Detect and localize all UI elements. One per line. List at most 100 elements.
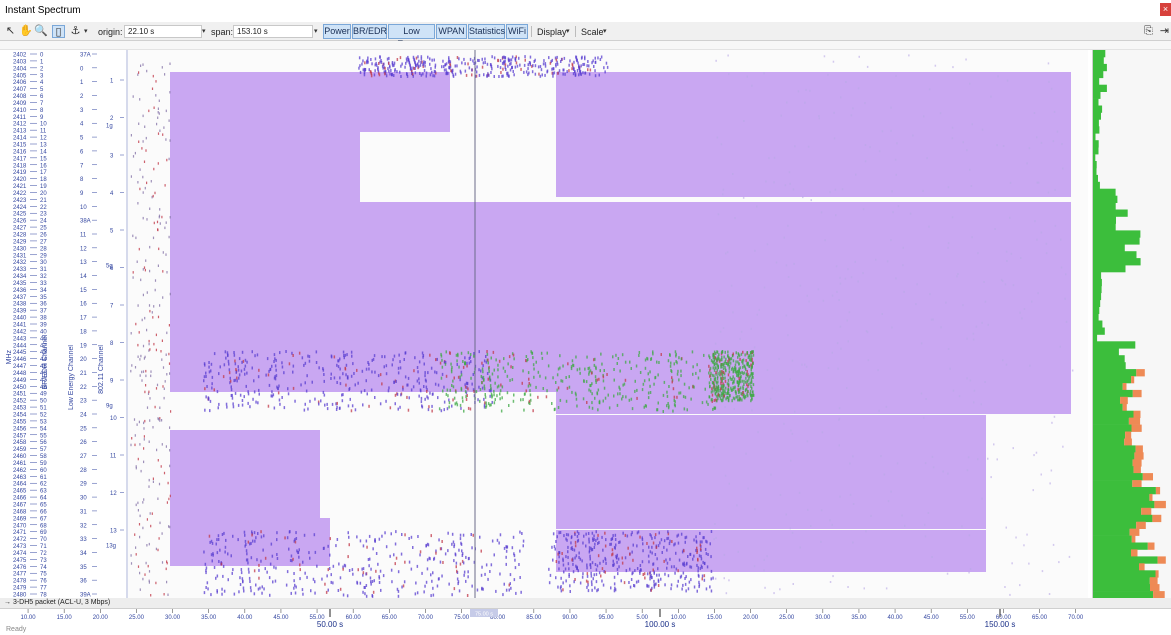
packet-mark xyxy=(309,399,311,403)
packet-mark xyxy=(363,73,366,77)
hand-icon[interactable]: ✋ xyxy=(19,25,33,38)
packet-mark xyxy=(621,353,624,357)
packet-mark xyxy=(139,358,141,361)
packet-mark xyxy=(642,382,645,386)
packet-mark xyxy=(258,388,260,392)
pointer-icon[interactable]: ↖ xyxy=(4,25,17,38)
packet-mark xyxy=(895,173,897,176)
marker-dropdown-icon[interactable]: ▾ xyxy=(84,27,88,35)
packet-mark xyxy=(371,370,373,374)
spectrum-canvas[interactable] xyxy=(128,50,1088,598)
packet-mark xyxy=(253,592,256,596)
power-toggle[interactable]: Power xyxy=(323,24,351,39)
packet-mark xyxy=(250,541,252,545)
statistics-toggle[interactable]: Statistics xyxy=(468,24,505,39)
overview-ruler[interactable] xyxy=(0,41,1171,50)
histogram-bar xyxy=(1093,542,1148,550)
packet-mark xyxy=(362,68,364,72)
marker-icon[interactable]: ⚓ xyxy=(69,25,82,38)
copy-icon[interactable]: ⎘ xyxy=(1142,25,1155,38)
mhz-tick-label: 2449 xyxy=(13,378,27,384)
packet-mark xyxy=(612,534,614,538)
packet-mark xyxy=(579,581,582,585)
packet-mark xyxy=(145,369,147,373)
packet-mark xyxy=(966,377,968,380)
zoom-icon[interactable]: 🔍 xyxy=(34,25,48,38)
packet-mark xyxy=(810,525,812,527)
display-menu[interactable]: Display xyxy=(537,27,567,37)
histogram-bar xyxy=(1093,417,1129,425)
packet-mark xyxy=(724,379,727,383)
wpan-toggle[interactable]: WPAN xyxy=(436,24,467,39)
panel-icon[interactable]: ▯ xyxy=(52,25,65,38)
le-tick-label: 35 xyxy=(80,565,87,571)
packet-mark xyxy=(488,389,491,393)
packet-mark xyxy=(968,534,971,537)
packet-mark xyxy=(624,533,627,537)
origin-field[interactable]: 22.10 s xyxy=(124,25,202,38)
packet-mark xyxy=(977,458,979,461)
packet-mark xyxy=(287,392,290,396)
histogram-bar xyxy=(1093,320,1103,328)
packet-mark xyxy=(962,141,964,144)
bredr-toggle[interactable]: BR/EDR xyxy=(352,24,387,39)
packet-mark xyxy=(250,589,252,593)
packet-mark xyxy=(252,397,254,401)
packet-mark xyxy=(551,402,553,405)
export-icon[interactable]: ⇥ xyxy=(1158,25,1171,38)
low-energy-toggle[interactable]: Low Energy xyxy=(388,24,435,49)
display-dropdown-icon[interactable]: ▾ xyxy=(566,27,570,35)
packet-mark xyxy=(170,410,172,413)
packet-mark xyxy=(612,559,614,563)
packet-mark xyxy=(144,419,146,423)
packet-mark xyxy=(478,73,481,77)
packet-mark xyxy=(210,362,213,366)
packet-mark xyxy=(586,572,589,576)
packet-mark xyxy=(266,357,269,361)
packet-mark xyxy=(721,350,723,354)
wifi-toggle[interactable]: WiFi xyxy=(506,24,528,39)
scale-menu[interactable]: Scale xyxy=(581,27,604,37)
packet-mark xyxy=(408,560,411,564)
packet-mark xyxy=(246,360,248,364)
span-field[interactable]: 153.10 s xyxy=(233,25,313,38)
time-axis[interactable]: 10.00 15.00 20.00 25.00 30.00 35.00 40.00 45.00… xyxy=(0,608,1171,632)
packet-mark xyxy=(1002,145,1005,147)
packet-mark xyxy=(969,82,971,85)
packet-mark xyxy=(589,389,592,393)
scale-dropdown-icon[interactable]: ▾ xyxy=(603,27,607,35)
packet-mark xyxy=(497,64,499,68)
packet-mark xyxy=(222,564,225,568)
packet-mark xyxy=(890,239,892,242)
close-button[interactable]: × xyxy=(1160,3,1171,16)
packet-mark xyxy=(204,387,206,391)
time-tick-label: 60.00 xyxy=(346,615,362,621)
packet-mark xyxy=(241,350,244,354)
packet-mark xyxy=(142,577,144,581)
packet-mark xyxy=(709,585,711,589)
packet-mark xyxy=(696,563,698,567)
packet-mark xyxy=(539,65,542,68)
wifi-tick-label: 3 xyxy=(110,154,114,160)
packet-mark xyxy=(483,397,485,401)
origin-dropdown-icon[interactable]: ▾ xyxy=(202,27,206,35)
packet-mark xyxy=(753,346,756,349)
packet-mark xyxy=(253,379,255,383)
bredr-tick-label: 71 xyxy=(40,544,47,550)
histogram-bar xyxy=(1093,77,1100,85)
packet-mark xyxy=(512,399,515,403)
bredr-tick-label: 29 xyxy=(40,253,47,259)
packet-mark xyxy=(161,443,163,446)
packet-mark xyxy=(215,576,217,580)
packet-mark xyxy=(887,500,890,503)
packet-mark xyxy=(452,385,455,389)
packet-mark xyxy=(705,587,708,591)
packet-mark xyxy=(972,332,975,335)
mhz-tick-label: 2461 xyxy=(13,461,27,467)
packet-mark xyxy=(476,588,479,592)
span-dropdown-icon[interactable]: ▾ xyxy=(314,27,318,35)
packet-mark xyxy=(292,354,294,357)
packet-mark xyxy=(641,388,644,392)
packet-type-tag[interactable]: → 3-DH5 packet (ACL-U, 3 Mbps) xyxy=(4,598,110,608)
spectrum-plot[interactable] xyxy=(128,50,1088,598)
